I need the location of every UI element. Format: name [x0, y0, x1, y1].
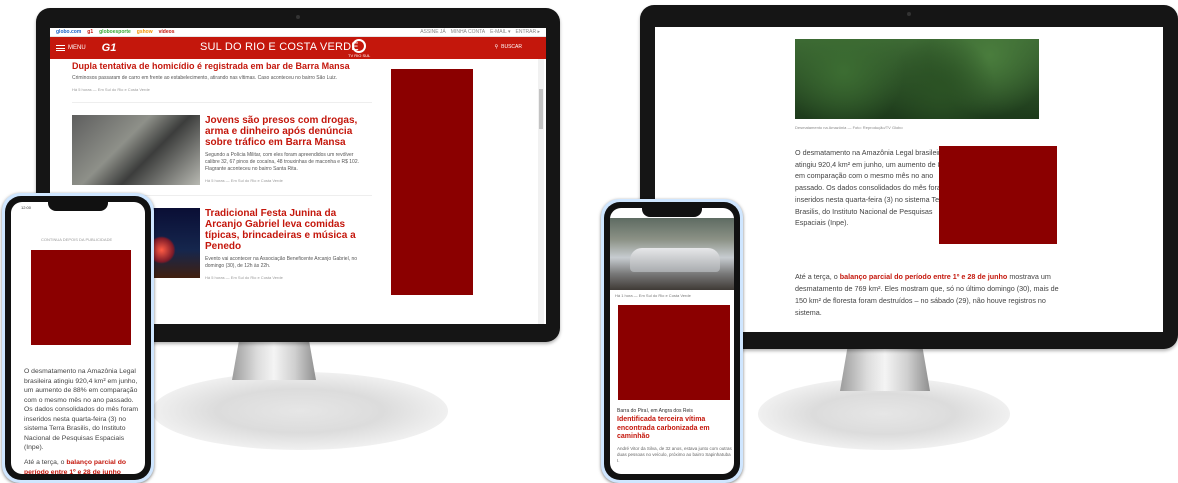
my-account-link[interactable]: MINHA CONTA [451, 29, 485, 35]
videos-link[interactable]: vídeos [159, 29, 175, 35]
ad-placeholder [391, 69, 473, 295]
article-title[interactable]: Tradicional Festa Junina da Arcanjo Gabr… [205, 208, 372, 252]
search-button[interactable]: ⚲ BUSCAR [494, 44, 522, 50]
site-header: MENU G1 SUL DO RIO E COSTA VERDE TV RIO … [50, 37, 546, 59]
photo-caption: Há 1 hora — Em Sul do Rio e Costa Verde [615, 293, 691, 298]
ad-placeholder [939, 146, 1057, 244]
article-summary: Evento vai acontecer na Associação Benef… [205, 256, 358, 269]
ad-placeholder [31, 250, 131, 345]
right-phone: Há 1 hora — Em Sul do Rio e Costa Verde … [601, 199, 743, 483]
ad-label: CONTINUA DEPOIS DA PUBLICIDADE [41, 237, 113, 242]
portal-topbar: globo.com g1 globoesporte gshow vídeos A… [50, 28, 546, 37]
search-label: BUSCAR [501, 44, 522, 50]
article-title[interactable]: Jovens são presos com drogas, arma e din… [205, 115, 372, 148]
subscribe-link[interactable]: ASSINE JÁ [420, 29, 446, 35]
responsive-mockup: globo.com g1 globoesporte gshow vídeos A… [0, 0, 1178, 483]
feed-item: Dupla tentativa de homicídio é registrad… [72, 61, 372, 92]
globoesporte-link[interactable]: globoesporte [99, 29, 131, 35]
hamburger-icon [56, 45, 65, 51]
left-monitor-stand [232, 342, 316, 380]
article-meta: Há 5 horas — Em Sul do Rio e Costa Verde [72, 87, 150, 92]
scrollbar-thumb[interactable] [539, 89, 543, 129]
article-paragraph: Até a terça, o balanço parcial do períod… [795, 271, 1065, 319]
phone-notch [642, 208, 702, 217]
scrollbar[interactable] [538, 59, 544, 324]
feed-item: Jovens são presos com drogas, arma e din… [72, 115, 372, 185]
left-phone: 12:00 CONTINUA DEPOIS DA PUBLICIDADE O d… [2, 193, 154, 483]
article-paragraph: Até a terça, o balanço parcial do períod… [24, 458, 142, 474]
globo-link[interactable]: globo.com [56, 29, 81, 35]
right-monitor-stand [840, 349, 930, 391]
forest-photo [795, 39, 1039, 119]
article-summary: Criminosos passaram de carro em frente a… [72, 75, 338, 81]
article-meta: Há 5 horas — Em Sul do Rio e Costa Verde [205, 178, 283, 183]
tv-logo-icon [352, 39, 366, 53]
menu-button[interactable]: MENU [56, 45, 86, 51]
article-thumbnail[interactable] [72, 115, 200, 185]
tv-brand: TV RIO SUL [348, 53, 371, 58]
region-title: SUL DO RIO E COSTA VERDE [200, 41, 359, 53]
divider [72, 102, 372, 103]
article-meta: Há 5 horas — Em Sul do Rio e Costa Verde [205, 275, 283, 280]
article-paragraph: O desmatamento na Amazônia Legal brasile… [795, 148, 953, 228]
left-phone-screen: 12:00 CONTINUA DEPOIS DA PUBLICIDADE O d… [11, 202, 145, 474]
status-time: 12:00 [21, 205, 32, 210]
article-location: Barra do Piraí, em Angra dos Reis [617, 408, 693, 414]
car-shape [630, 248, 720, 272]
phone-notch [48, 202, 108, 211]
article-paragraph: O desmatamento na Amazônia Legal brasile… [24, 368, 139, 451]
account-links: ASSINE JÁ MINHA CONTA E-MAIL ▾ ENTRAR ▸ [420, 29, 540, 35]
ad-placeholder [618, 305, 730, 400]
g1-link[interactable]: g1 [87, 29, 93, 35]
login-link[interactable]: ENTRAR ▸ [516, 29, 540, 35]
paragraph-text: Até a terça, o [795, 272, 840, 281]
article-summary: André Vitor da Silva, de 32 anos, estava… [617, 446, 732, 463]
article-title[interactable]: Identificada terceira vítima encontrada … [617, 416, 733, 442]
gshow-link[interactable]: gshow [137, 29, 153, 35]
photo-caption: Desmatamento na Amazônia — Foto: Reprodu… [795, 125, 903, 130]
menu-label: MENU [68, 45, 86, 51]
camera-icon [907, 12, 911, 16]
article-summary: Segundo a Polícia Militar, com eles fora… [205, 152, 359, 172]
camera-icon [296, 15, 300, 19]
partial-report-link[interactable]: balanço parcial do período entre 1º e 28… [840, 272, 1008, 281]
g1-logo[interactable]: G1 [102, 42, 117, 54]
email-link[interactable]: E-MAIL ▾ [490, 29, 510, 35]
paragraph-text: Até a terça, o [24, 459, 67, 466]
right-phone-screen: Há 1 hora — Em Sul do Rio e Costa Verde … [610, 208, 734, 474]
search-icon: ⚲ [494, 44, 499, 50]
accident-photo[interactable] [610, 218, 734, 290]
article-title[interactable]: Dupla tentativa de homicídio é registrad… [72, 61, 372, 71]
left-monitor-base [152, 372, 448, 450]
